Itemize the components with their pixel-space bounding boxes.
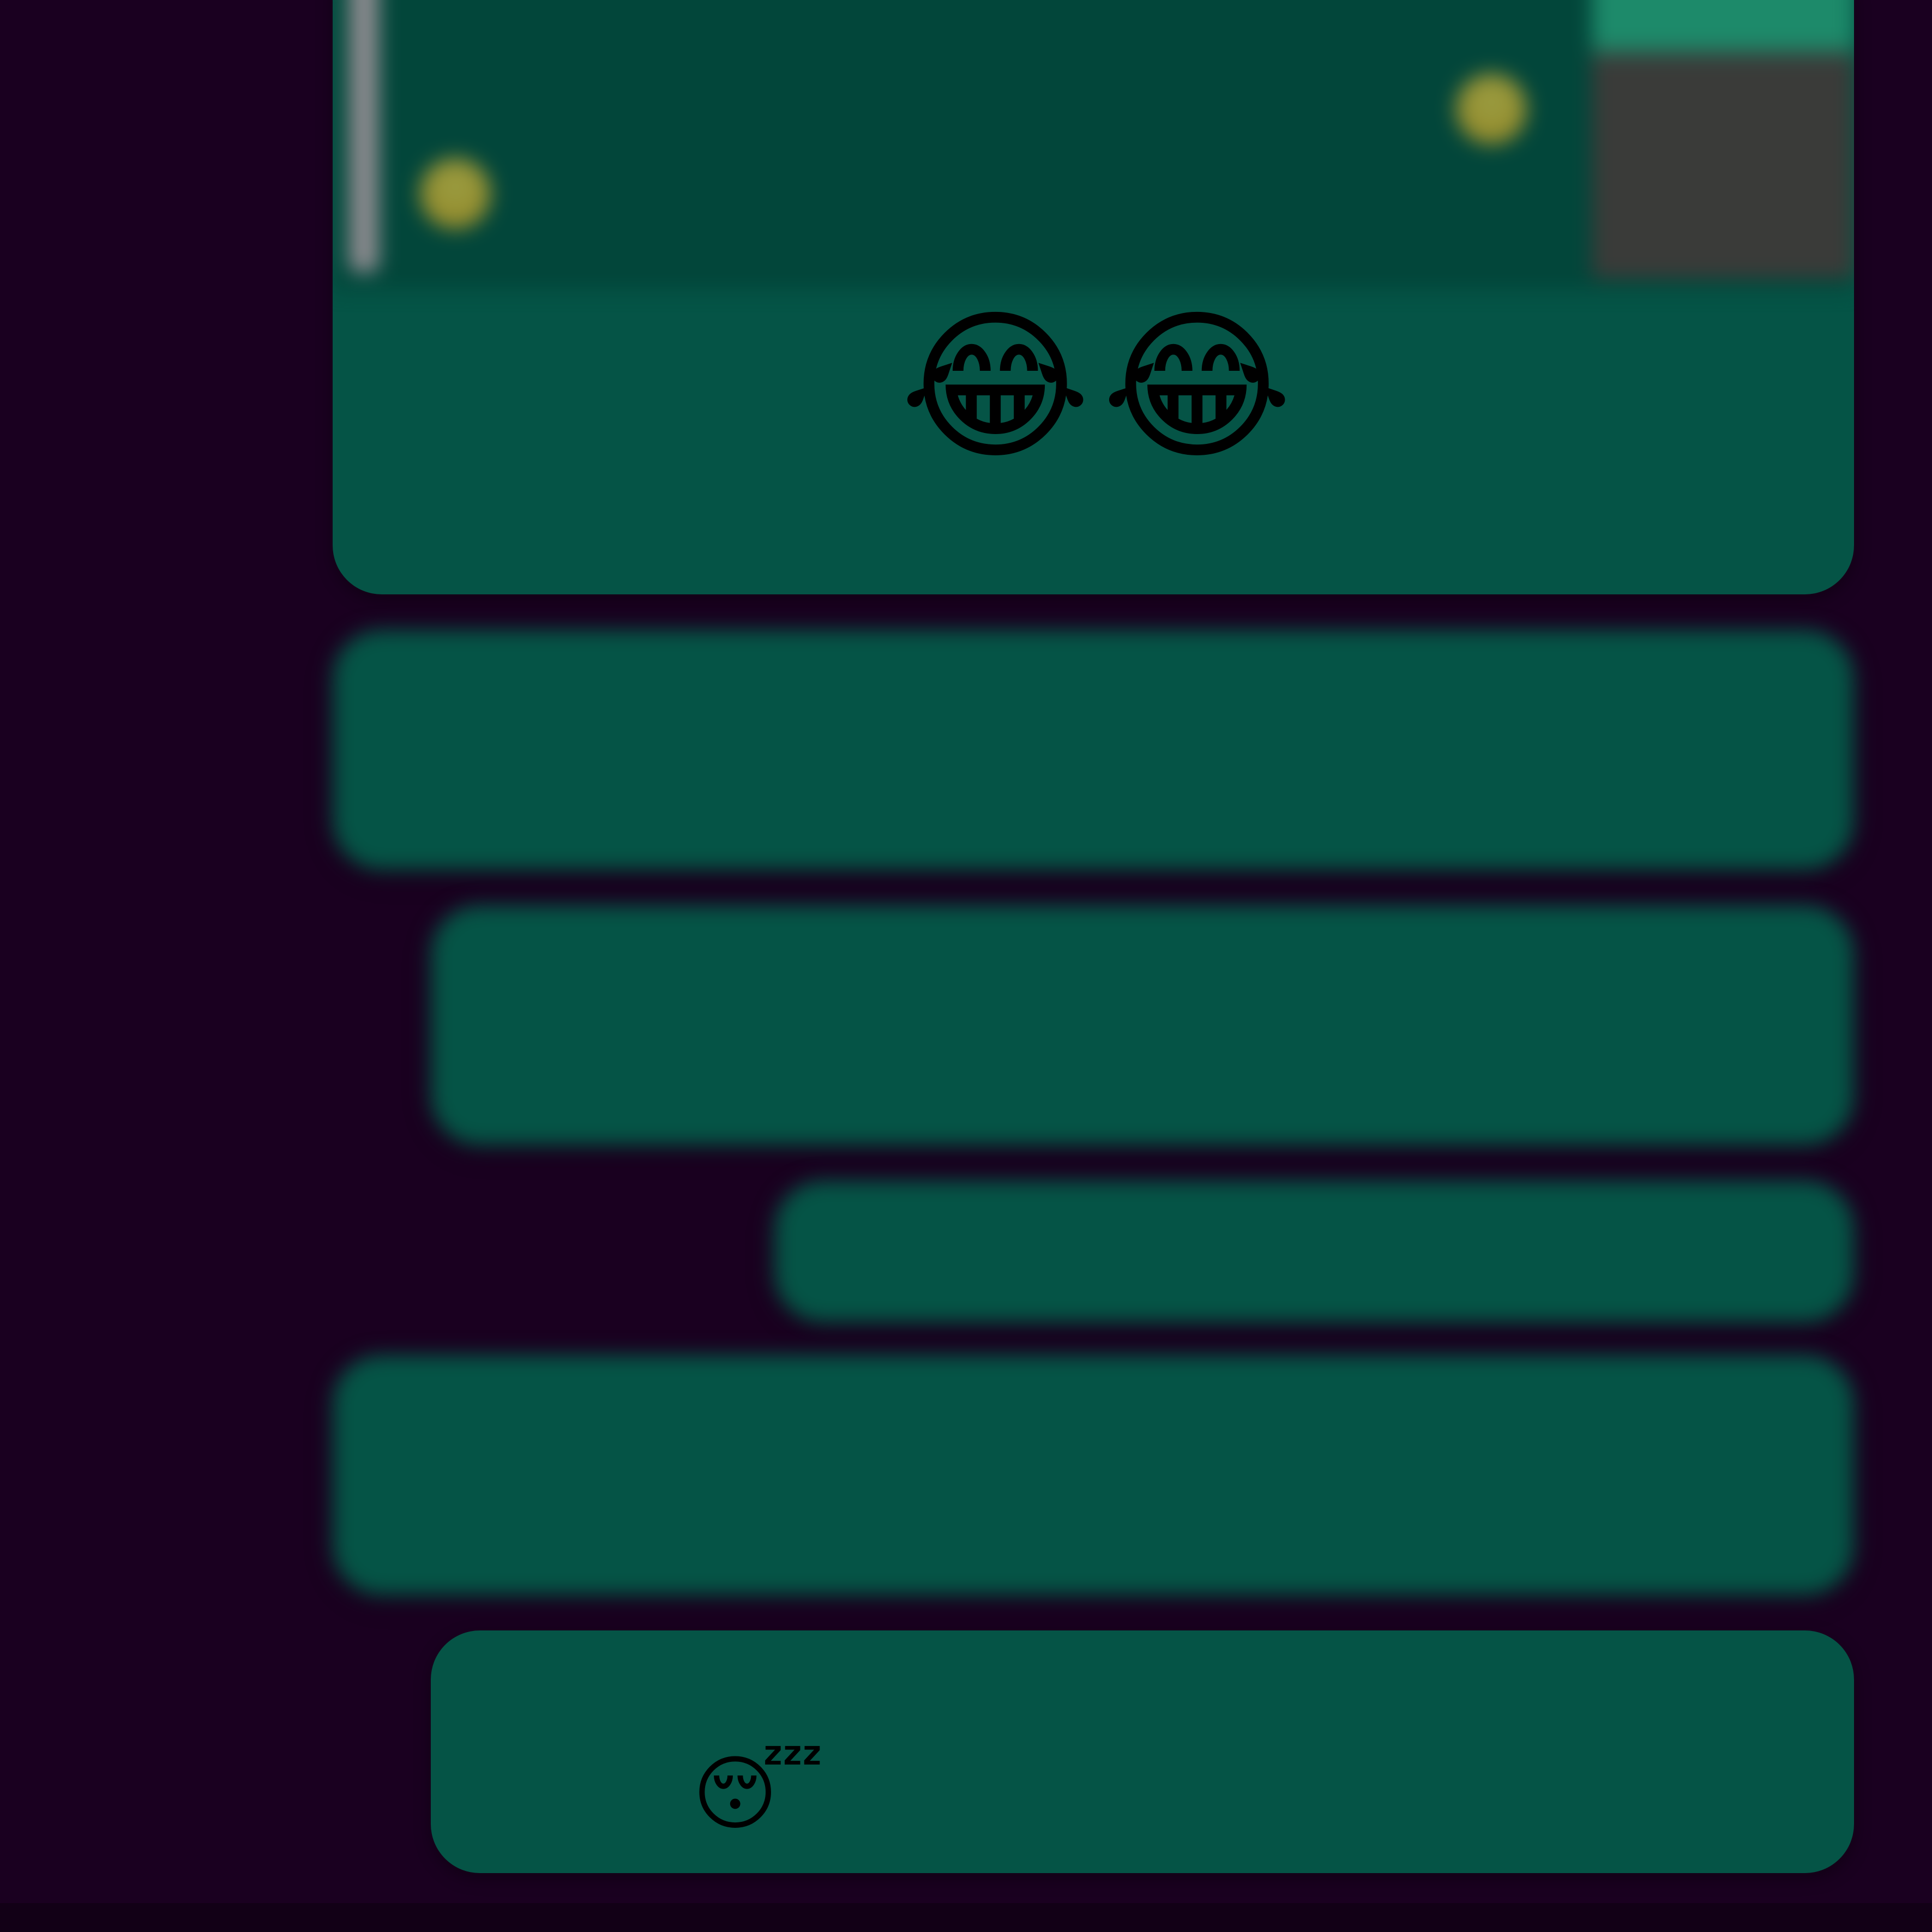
message-bubble[interactable]: [774, 1181, 1854, 1322]
quoted-emoji-icon: [420, 158, 491, 229]
message-bubble-reply[interactable]: 😂 😂: [333, 0, 1854, 594]
quoted-image-thumbnail[interactable]: [1592, 0, 1854, 278]
laughing-emoji-icon: 😂: [1102, 292, 1293, 482]
bottom-edge: [0, 1903, 1932, 1932]
message-bubble[interactable]: [431, 905, 1854, 1145]
quoted-emoji-icon: [1456, 74, 1527, 145]
quoted-message[interactable]: [333, 0, 1854, 289]
message-bubble[interactable]: [333, 1355, 1854, 1595]
message-bubble[interactable]: 😴: [431, 1630, 1854, 1873]
laughing-emoji-icon: 😂: [900, 292, 1091, 482]
message-bubble[interactable]: [333, 630, 1854, 870]
chat-view: 😂 😂 😴: [0, 0, 1932, 1932]
sleeping-emoji-icon: 😴: [693, 1747, 824, 1841]
quote-accent-bar: [349, 0, 379, 273]
